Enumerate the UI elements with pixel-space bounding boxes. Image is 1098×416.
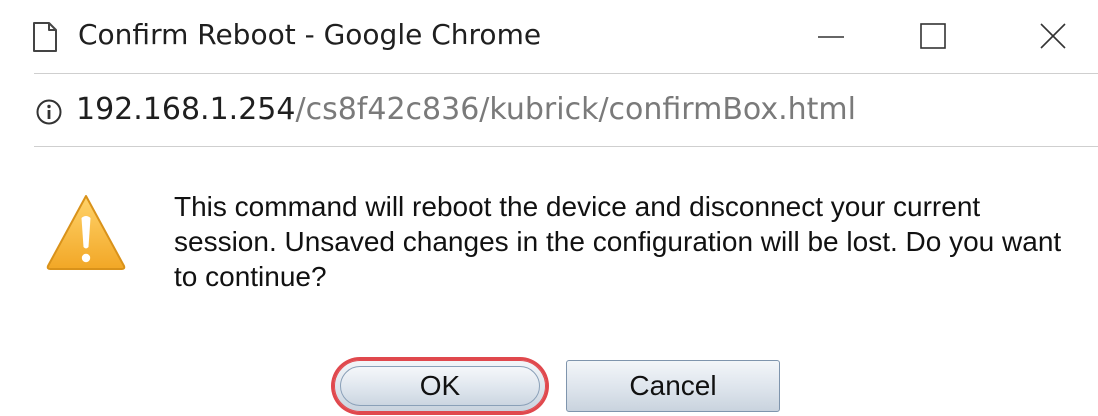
minimize-icon — [818, 36, 844, 38]
maximize-icon — [920, 23, 946, 49]
document-icon — [33, 22, 57, 52]
close-button[interactable] — [1008, 0, 1098, 72]
url-text: 192.168.1.254/cs8f42c836/kubrick/confirm… — [76, 88, 856, 132]
url-host: 192.168.1.254 — [76, 92, 296, 127]
ok-button-label: OK — [419, 370, 461, 401]
warning-icon — [46, 195, 126, 270]
ok-button[interactable]: OK — [334, 360, 546, 412]
window-title: Confirm Reboot - Google Chrome — [78, 18, 542, 51]
dialog-message: This command will reboot the device and … — [174, 191, 1062, 292]
address-bar[interactable]: 192.168.1.254/cs8f42c836/kubrick/confirm… — [0, 74, 1098, 146]
info-icon[interactable] — [35, 98, 63, 126]
window-titlebar: Confirm Reboot - Google Chrome — [0, 0, 1098, 72]
address-divider — [34, 146, 1098, 147]
cancel-button[interactable]: Cancel — [566, 360, 780, 412]
close-icon — [1040, 23, 1066, 49]
maximize-button[interactable] — [888, 0, 978, 72]
minimize-button[interactable] — [786, 0, 876, 72]
url-path: /cs8f42c836/kubrick/confirmBox.html — [295, 92, 856, 127]
